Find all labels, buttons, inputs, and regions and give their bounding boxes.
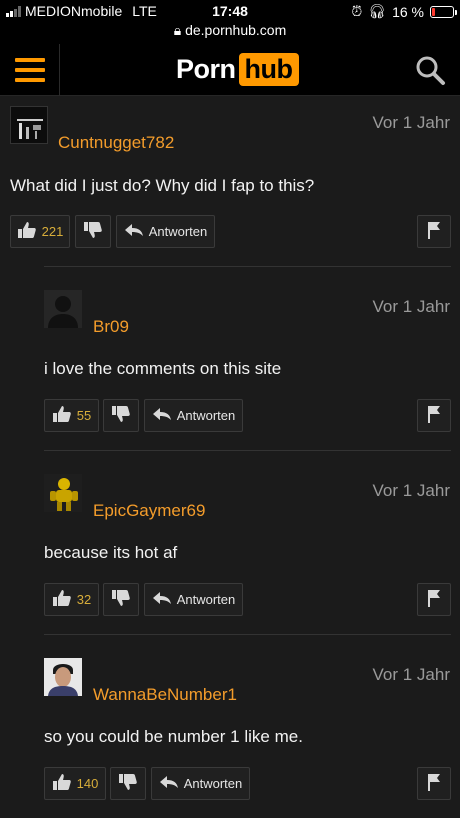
- thumbs-down-icon: [118, 773, 138, 794]
- reply-arrow-icon: [152, 591, 172, 608]
- thumbs-up-icon: [52, 773, 72, 794]
- dislike-button[interactable]: [110, 767, 146, 800]
- like-count: 140: [76, 776, 99, 791]
- flag-icon: [426, 589, 442, 610]
- dislike-button[interactable]: [103, 399, 139, 432]
- battery-icon: [430, 5, 457, 18]
- dislike-button[interactable]: [75, 215, 111, 248]
- comment: Vor 1 Jahr WannaBeNumber1 so you could b…: [0, 648, 460, 818]
- hamburger-menu-icon[interactable]: [0, 44, 60, 96]
- flag-button[interactable]: [417, 583, 451, 616]
- reply-button[interactable]: Antworten: [116, 215, 215, 248]
- comment: Vor 1 Jahr EpicGaymer69 because its hot …: [0, 464, 460, 634]
- search-icon[interactable]: [414, 54, 446, 86]
- avatar[interactable]: [10, 106, 48, 144]
- alarm-icon: ⏰︎: [351, 3, 363, 19]
- like-count: 32: [76, 592, 92, 607]
- divider: [44, 634, 451, 635]
- reply-arrow-icon: [159, 775, 179, 792]
- flag-button[interactable]: [417, 767, 451, 800]
- like-count: 55: [76, 408, 92, 423]
- url-text: de.pornhub.com: [185, 22, 287, 38]
- comment-time: Vor 1 Jahr: [372, 297, 451, 316]
- flag-icon: [426, 221, 442, 242]
- comment-username[interactable]: Cuntnugget782: [58, 133, 174, 153]
- lock-icon: 🔒︎: [173, 22, 186, 38]
- headphones-icon: 🎧︎: [368, 3, 387, 19]
- reply-arrow-icon: [152, 407, 172, 424]
- status-bar: MEDIONmobile LTE 17:48 🔒︎ de.pornhub.com…: [0, 0, 460, 44]
- thumbs-up-icon: [17, 221, 37, 242]
- thumbs-up-icon: [52, 589, 72, 610]
- reply-label: Antworten: [176, 592, 236, 607]
- logo-text-porn: Porn: [176, 54, 236, 84]
- thumbs-up-icon: [52, 405, 72, 426]
- reply-button[interactable]: Antworten: [151, 767, 250, 800]
- address-bar[interactable]: 🔒︎ de.pornhub.com: [0, 22, 460, 39]
- logo-text-hub: hub: [238, 53, 299, 86]
- thumbs-down-icon: [83, 221, 103, 242]
- status-icons: ⏰︎ 🎧︎ 16 %: [351, 3, 457, 20]
- divider: [44, 450, 451, 451]
- comment-time: Vor 1 Jahr: [372, 113, 451, 132]
- comment-time: Vor 1 Jahr: [372, 481, 451, 500]
- reply-label: Antworten: [148, 224, 208, 239]
- comment: Vor 1 Jahr Br09 i love the comments on t…: [0, 280, 460, 450]
- comment-text: because its hot af: [44, 543, 178, 562]
- comment-username[interactable]: Br09: [93, 317, 129, 337]
- reply-label: Antworten: [183, 776, 243, 791]
- reply-button[interactable]: Antworten: [144, 583, 243, 616]
- like-button[interactable]: 32: [44, 583, 99, 616]
- flag-button[interactable]: [417, 215, 451, 248]
- avatar[interactable]: [44, 658, 82, 696]
- like-button[interactable]: 55: [44, 399, 99, 432]
- reply-label: Antworten: [176, 408, 236, 423]
- battery-percent: 16 %: [392, 3, 424, 20]
- comment-username[interactable]: WannaBeNumber1: [93, 685, 237, 705]
- thumbs-down-icon: [111, 589, 131, 610]
- thumbs-down-icon: [111, 405, 131, 426]
- comment-text: so you could be number 1 like me.: [44, 727, 303, 746]
- comment-time: Vor 1 Jahr: [372, 665, 451, 684]
- site-header: Porn hub: [0, 44, 460, 96]
- flag-button[interactable]: [417, 399, 451, 432]
- comment-username[interactable]: EpicGaymer69: [93, 501, 205, 521]
- flag-icon: [426, 405, 442, 426]
- avatar[interactable]: [44, 290, 82, 328]
- like-button[interactable]: 221: [10, 215, 70, 248]
- flag-icon: [426, 773, 442, 794]
- site-logo[interactable]: Porn hub: [176, 53, 299, 86]
- divider: [44, 266, 451, 267]
- comment-text: What did I just do? Why did I fap to thi…: [10, 176, 315, 195]
- comment-text: i love the comments on this site: [44, 359, 282, 378]
- comment: Vor 1 Jahr Cuntnugget782 What did I just…: [0, 96, 460, 266]
- reply-arrow-icon: [124, 223, 144, 240]
- like-button[interactable]: 140: [44, 767, 106, 800]
- reply-button[interactable]: Antworten: [144, 399, 243, 432]
- like-count: 221: [41, 224, 64, 239]
- dislike-button[interactable]: [103, 583, 139, 616]
- avatar[interactable]: [44, 474, 82, 512]
